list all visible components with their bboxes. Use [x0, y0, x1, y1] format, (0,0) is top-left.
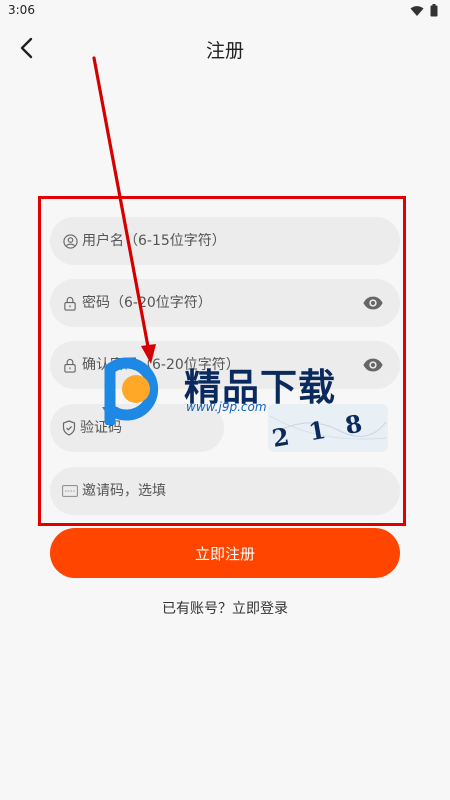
user-icon [62, 233, 78, 249]
text-field-icon [62, 483, 78, 499]
header: 注册 [0, 24, 450, 72]
invite-code-input[interactable] [82, 483, 400, 499]
register-button[interactable]: 立即注册 [50, 528, 400, 578]
password-field[interactable] [50, 279, 400, 327]
page-title: 注册 [205, 40, 244, 62]
lock-icon [62, 295, 78, 311]
username-input[interactable] [82, 233, 400, 249]
status-icons [410, 4, 438, 17]
invite-code-field[interactable] [50, 467, 400, 515]
eye-icon[interactable] [362, 354, 384, 376]
status-bar: 3:06 [0, 0, 450, 24]
status-time: 3:06 [8, 3, 35, 17]
eye-icon[interactable] [362, 292, 384, 314]
wifi-icon [410, 5, 424, 16]
watermark-logo: 精品下载 www.j9p.com [92, 355, 362, 425]
battery-icon [430, 4, 438, 17]
watermark-url: www.j9p.com [186, 400, 267, 414]
login-link[interactable]: 已有账号？立即登录 [0, 598, 450, 618]
lock-icon [62, 357, 78, 373]
password-input[interactable] [82, 295, 400, 311]
p-logo-icon [102, 357, 159, 425]
shield-icon [62, 420, 76, 436]
username-field[interactable] [50, 217, 400, 265]
